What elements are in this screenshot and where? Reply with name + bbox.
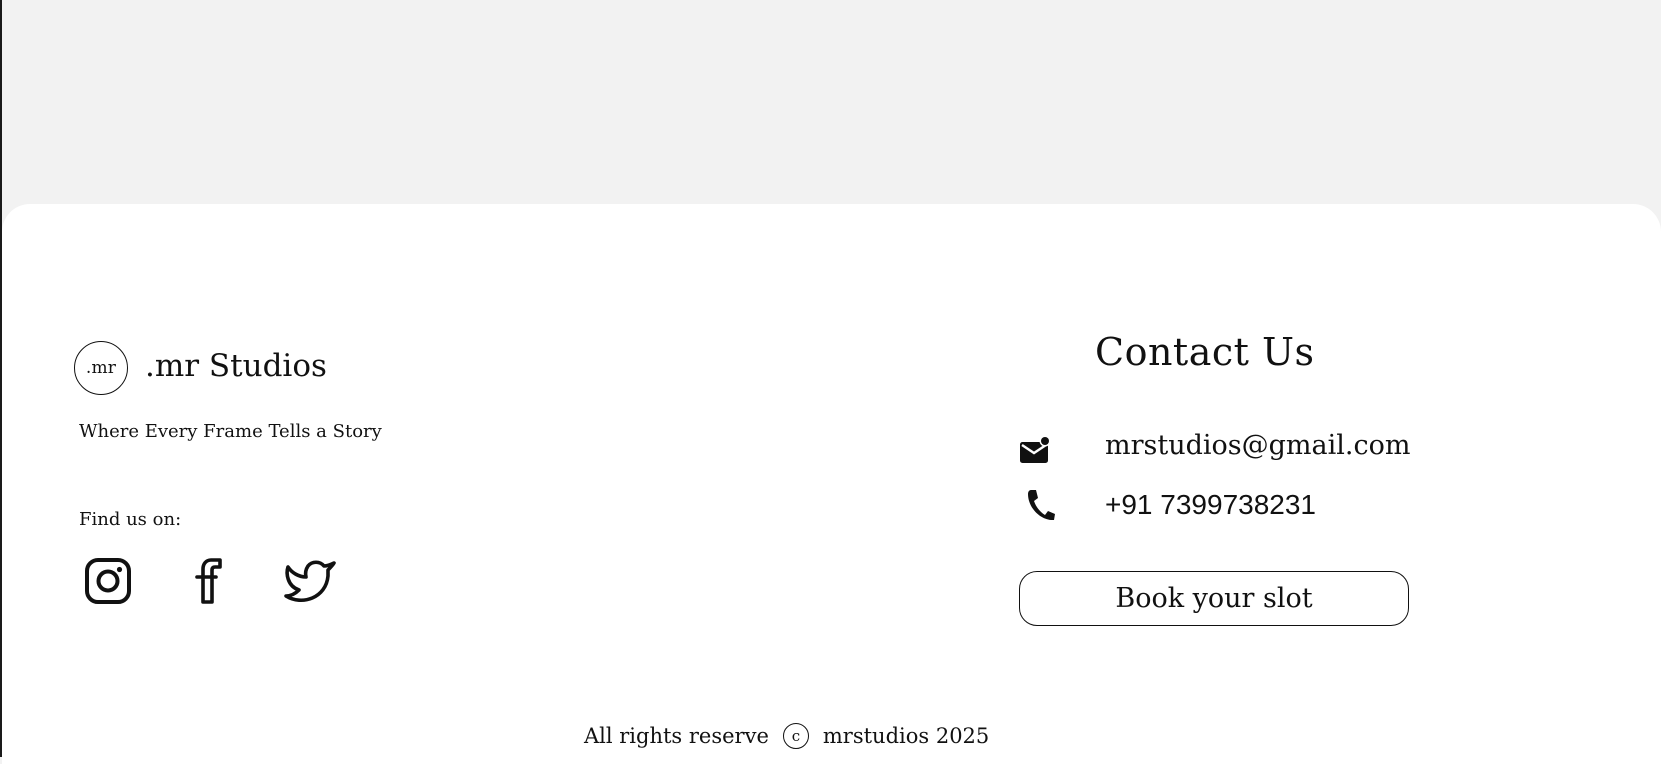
- twitter-icon: [284, 560, 336, 602]
- book-slot-button[interactable]: Book your slot: [1019, 571, 1409, 626]
- instagram-link[interactable]: [80, 553, 136, 609]
- email-link[interactable]: mrstudios@gmail.com: [1105, 427, 1410, 465]
- instagram-icon: [85, 558, 131, 604]
- contact-title: Contact Us: [1095, 330, 1315, 374]
- twitter-link[interactable]: [283, 553, 339, 609]
- phone-link[interactable]: +91 7399738231: [1105, 486, 1316, 524]
- copyright-icon: c: [782, 723, 809, 749]
- mail-icon: [1017, 432, 1053, 468]
- find-us-heading: Find us on:: [79, 509, 182, 530]
- brand-logo-text: .mr: [85, 358, 117, 378]
- brand-logo[interactable]: .mr: [74, 341, 128, 395]
- brand-tagline: Where Every Frame Tells a Story: [79, 421, 382, 442]
- company-year: mrstudios 2025: [822, 724, 990, 748]
- brand-name[interactable]: .mr Studios: [145, 345, 327, 387]
- footer-card: [2, 204, 1661, 764]
- copyright-line: All rights reserve c mrstudios 2025: [584, 719, 989, 753]
- facebook-link[interactable]: [183, 553, 239, 609]
- rights-text: All rights reserve: [584, 724, 769, 748]
- phone-icon: [1022, 487, 1058, 523]
- facebook-icon: [195, 558, 222, 604]
